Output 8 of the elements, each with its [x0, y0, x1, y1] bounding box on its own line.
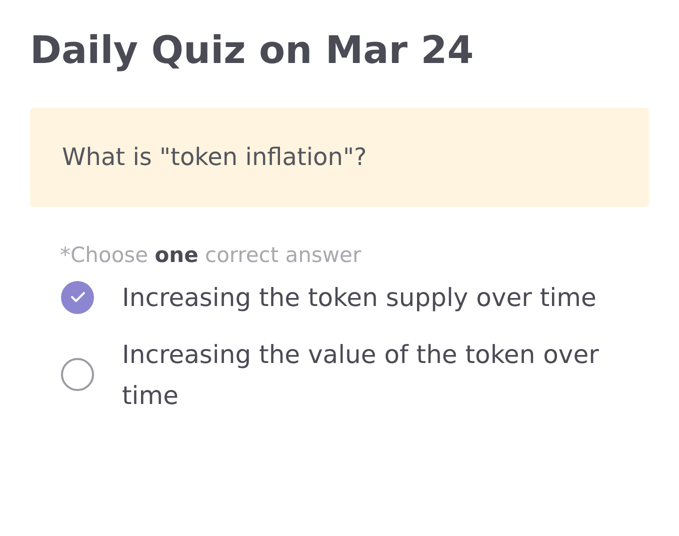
- question-text: What is "token inflation"?: [62, 143, 367, 172]
- check-icon: [70, 291, 86, 304]
- radio-button[interactable]: [61, 280, 94, 314]
- option-label: Increasing the value of the token over time: [122, 338, 600, 412]
- radio-button[interactable]: [61, 358, 94, 392]
- quiz-title: Daily Quiz on Mar 24: [30, 28, 475, 74]
- option-label: Increasing the token supply over time: [122, 282, 598, 314]
- instruction-text: *Choose one correct answer: [60, 242, 362, 267]
